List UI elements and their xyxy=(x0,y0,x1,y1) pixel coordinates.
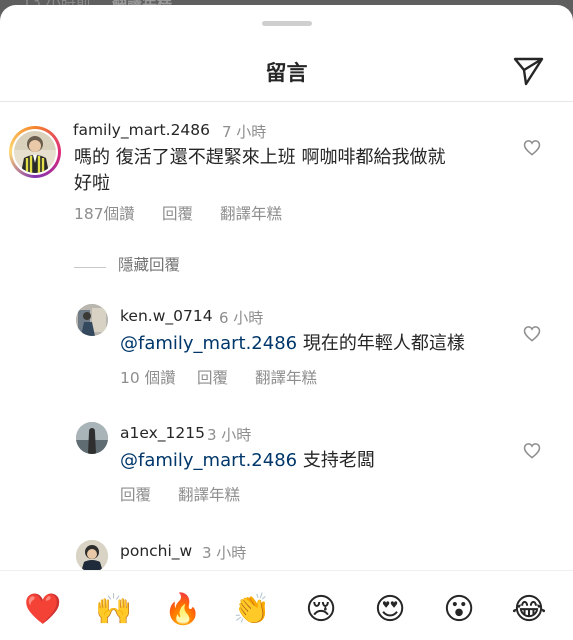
avatar[interactable] xyxy=(76,422,108,454)
avatar-photo xyxy=(76,540,108,572)
share-send-icon[interactable] xyxy=(512,54,545,87)
comment-text-line1: 嗎的 復活了還不趕緊來上班 啊咖啡都給我做就 xyxy=(74,147,446,168)
emoji-clapping[interactable]: 👏 xyxy=(232,592,272,628)
emoji-fire[interactable]: 🔥 xyxy=(163,592,203,628)
emoji-raising-hands[interactable]: 🙌 xyxy=(94,592,134,628)
like-count[interactable]: 10 個讚 xyxy=(120,366,176,388)
avatar[interactable] xyxy=(76,304,108,336)
mention-link[interactable]: @family_mart.2486 xyxy=(120,450,297,471)
reply-button[interactable]: 回覆 xyxy=(197,366,228,388)
reply-body: 支持老闆 xyxy=(297,450,375,471)
mention-link[interactable]: @family_mart.2486 xyxy=(120,333,297,354)
translate-button[interactable]: 翻譯年糕 xyxy=(220,202,282,224)
avatar-photo xyxy=(21,136,49,173)
heart-icon[interactable] xyxy=(523,442,541,459)
translate-button[interactable]: 翻譯年糕 xyxy=(178,483,240,505)
emoji-heart[interactable]: ❤️ xyxy=(23,592,63,628)
emoji-crying[interactable]: 😢 xyxy=(301,592,341,628)
reply-button[interactable]: 回覆 xyxy=(120,483,151,505)
header-divider xyxy=(0,101,573,102)
reply-button[interactable]: 回覆 xyxy=(162,202,193,224)
reply-time: 3 小時 xyxy=(207,426,252,444)
reply-username[interactable]: a1ex_1215 xyxy=(120,424,205,442)
reply-text: @family_mart.2486 支持老闆 xyxy=(120,448,375,474)
reply-time: 6 小時 xyxy=(219,309,264,327)
comment-username[interactable]: family_mart.2486 xyxy=(73,121,210,139)
avatar-photo xyxy=(76,422,108,454)
sheet-title: 留言 xyxy=(265,61,308,85)
reply-text: @family_mart.2486 現在的年輕人都這樣 xyxy=(120,331,465,357)
emoji-surprised[interactable]: 😮 xyxy=(439,592,479,628)
comments-sheet: 留言 family_mart.2486 7 小時 嗎的 復活了還不趕緊來上班 啊… xyxy=(0,5,573,640)
avatar-photo xyxy=(76,304,108,336)
comment-time: 7 小時 xyxy=(222,123,267,141)
reply-body: 現在的年輕人都這樣 xyxy=(297,333,465,354)
emoji-tears-of-joy[interactable]: 😂 xyxy=(509,592,549,628)
translate-button[interactable]: 翻譯年糕 xyxy=(255,366,317,388)
emoji-heart-eyes[interactable]: 😍 xyxy=(370,592,410,628)
avatar[interactable] xyxy=(9,126,61,178)
hide-replies-rule xyxy=(74,267,106,268)
sheet-drag-handle[interactable] xyxy=(262,21,312,26)
emoji-reaction-bar: ❤️ 🙌 🔥 👏 😢 😍 😮 😂 xyxy=(0,570,573,640)
avatar[interactable] xyxy=(76,540,108,572)
comment-text-line2: 好啦 xyxy=(74,173,110,194)
hide-replies-button[interactable]: 隱藏回覆 xyxy=(118,253,180,275)
reply-username[interactable]: ponchi_w xyxy=(120,542,192,560)
heart-icon[interactable] xyxy=(523,139,541,156)
heart-icon[interactable] xyxy=(523,325,541,342)
reply-time: 3 小時 xyxy=(202,544,247,562)
reply-username[interactable]: ken.w_0714 xyxy=(120,307,213,325)
like-count[interactable]: 187個讚 xyxy=(74,202,135,224)
